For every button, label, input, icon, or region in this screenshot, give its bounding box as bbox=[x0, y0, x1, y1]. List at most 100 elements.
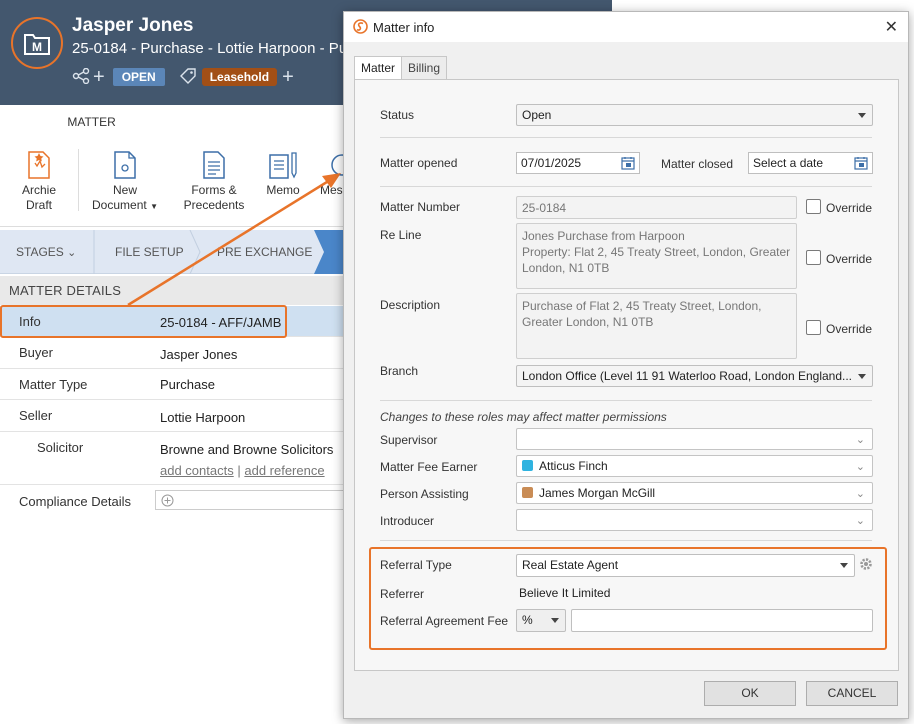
referral-fee-unit-value: % bbox=[522, 613, 533, 627]
roles-note: Changes to these roles may affect matter… bbox=[380, 410, 667, 424]
referral-type-label: Referral Type bbox=[380, 558, 452, 572]
tab-emails[interactable]: EMAILS bbox=[200, 105, 272, 139]
person-assisting-label: Person Assisting bbox=[380, 487, 469, 501]
referral-type-value: Real Estate Agent bbox=[522, 558, 619, 572]
solicitor-links: add contacts | add reference bbox=[160, 463, 325, 478]
status-label: Status bbox=[380, 108, 415, 122]
stage-file-setup[interactable]: FILE SETUP bbox=[115, 230, 184, 274]
add-tag-icon[interactable]: + bbox=[282, 66, 294, 89]
matter-opened-value: 07/01/2025 bbox=[521, 156, 582, 170]
memo-icon bbox=[262, 147, 304, 179]
re-line-field[interactable]: Jones Purchase from Harpoon Property: Fl… bbox=[516, 223, 797, 289]
add-compliance-icon[interactable] bbox=[161, 494, 174, 507]
dialog-title: Matter info bbox=[373, 20, 435, 35]
matter-closed-placeholder: Select a date bbox=[753, 156, 824, 170]
archie-draft-button[interactable]: Archie Draft bbox=[14, 147, 64, 213]
buyer-value[interactable]: Jasper Jones bbox=[160, 347, 237, 362]
re-line-override-checkbox[interactable] bbox=[806, 250, 821, 265]
override-label: Override bbox=[826, 201, 873, 215]
tab-billing[interactable]: Billing bbox=[401, 56, 448, 80]
supervisor-label: Supervisor bbox=[380, 433, 438, 447]
dialog-tabs: Matter Billing bbox=[354, 56, 448, 81]
tab-matter-info[interactable]: Matter bbox=[354, 56, 403, 81]
introducer-label: Introducer bbox=[380, 514, 435, 528]
matter-type-value[interactable]: Purchase bbox=[160, 377, 215, 392]
close-icon[interactable]: ✕ bbox=[885, 17, 898, 37]
referral-fee-input[interactable] bbox=[571, 609, 873, 632]
dropdown-arrow-icon bbox=[858, 113, 866, 118]
introducer-select[interactable]: ⌄ bbox=[516, 509, 873, 531]
add-contacts-link[interactable]: add contacts bbox=[160, 463, 234, 478]
divider bbox=[380, 186, 872, 187]
gear-icon[interactable] bbox=[859, 557, 873, 574]
forms-precedents-button[interactable]: Forms & Precedents bbox=[182, 147, 246, 213]
matter-type-label: Matter Type bbox=[19, 377, 88, 392]
archie-draft-label-1: Archie bbox=[21, 183, 56, 197]
tag-badge-leasehold[interactable]: Leasehold bbox=[201, 68, 278, 86]
matter-opened-field[interactable]: 07/01/2025 bbox=[516, 152, 640, 174]
fee-earner-select[interactable]: Atticus Finch ⌄ bbox=[516, 455, 873, 477]
chevron-down-icon: ⌄ bbox=[855, 434, 865, 446]
add-workflow-icon[interactable]: + bbox=[93, 66, 105, 89]
forms-label-2: Precedents bbox=[183, 198, 245, 212]
forms-label-1: Forms & bbox=[191, 183, 237, 197]
stages-dropdown[interactable]: STAGES ⌄ bbox=[16, 230, 76, 274]
dropdown-arrow-icon bbox=[840, 563, 848, 568]
stage-pre-exchange[interactable]: PRE EXCHANGE bbox=[217, 230, 312, 274]
tab-intake[interactable]: INTAKE bbox=[130, 105, 200, 139]
new-document-button[interactable]: New Document ▼ bbox=[90, 147, 160, 214]
description-field[interactable]: Purchase of Flat 2, 45 Treaty Street, Lo… bbox=[516, 293, 797, 359]
referrer-field[interactable]: Believe It Limited bbox=[516, 582, 873, 604]
client-name: Jasper Jones bbox=[72, 15, 194, 36]
referrer-label: Referrer bbox=[380, 587, 425, 601]
compliance-field[interactable] bbox=[155, 490, 355, 510]
matter-tab-panel: Status Open Matter opened 07/01/2025 Mat… bbox=[354, 79, 899, 671]
description-override-checkbox[interactable] bbox=[806, 320, 821, 335]
dialog-titlebar: Matter info ✕ bbox=[344, 12, 908, 42]
branch-select[interactable]: London Office (Level 11 91 Waterloo Road… bbox=[516, 365, 873, 387]
person-assisting-select[interactable]: James Morgan McGill ⌄ bbox=[516, 482, 873, 504]
referrer-value: Believe It Limited bbox=[519, 586, 611, 600]
matter-opened-label: Matter opened bbox=[380, 156, 458, 170]
memo-button[interactable]: Memo bbox=[262, 147, 304, 198]
ribbon-divider bbox=[78, 149, 79, 211]
matter-title: 25-0184 - Purchase - Lottie Harpoon - Pu bbox=[72, 40, 348, 57]
status-select[interactable]: Open bbox=[516, 104, 873, 126]
seller-value[interactable]: Lottie Harpoon bbox=[160, 410, 245, 425]
info-value[interactable]: 25-0184 - AFF/JAMB bbox=[160, 315, 281, 330]
tab-memos[interactable]: MEMOS bbox=[272, 105, 345, 139]
tab-matter[interactable]: MATTER bbox=[53, 105, 130, 139]
matter-closed-label: Matter closed bbox=[661, 157, 734, 171]
ok-button[interactable]: OK bbox=[704, 681, 796, 706]
matter-number-override-checkbox[interactable] bbox=[806, 199, 821, 214]
tab-file[interactable]: FILE bbox=[0, 105, 53, 139]
matter-number-field[interactable]: 25-0184 bbox=[516, 196, 797, 219]
branch-label: Branch bbox=[380, 364, 419, 378]
cancel-button[interactable]: CANCEL bbox=[806, 681, 898, 706]
override-label: Override bbox=[826, 322, 873, 336]
referral-type-select[interactable]: Real Estate Agent bbox=[516, 554, 855, 577]
matter-avatar-icon: M bbox=[11, 17, 63, 69]
new-document-label-2: Document ▼ bbox=[92, 198, 158, 212]
matter-closed-field[interactable]: Select a date bbox=[748, 152, 873, 174]
supervisor-select[interactable]: ⌄ bbox=[516, 428, 873, 450]
workflow-icon[interactable] bbox=[72, 67, 90, 87]
referral-fee-unit-select[interactable]: % bbox=[516, 609, 566, 632]
calendar-icon[interactable] bbox=[854, 156, 868, 176]
chevron-down-icon: ⌄ bbox=[855, 488, 865, 500]
link-separator: | bbox=[237, 463, 241, 478]
calendar-icon[interactable] bbox=[621, 156, 635, 176]
referral-fee-label: Referral Agreement Fee bbox=[380, 614, 509, 628]
status-badge[interactable]: OPEN bbox=[112, 68, 165, 86]
solicitor-value[interactable]: Browne and Browne Solicitors bbox=[160, 442, 333, 457]
fee-earner-label: Matter Fee Earner bbox=[380, 460, 478, 474]
add-reference-link[interactable]: add reference bbox=[244, 463, 324, 478]
divider bbox=[380, 540, 872, 541]
status-value: Open bbox=[522, 108, 552, 122]
re-line-label: Re Line bbox=[380, 228, 422, 242]
fee-earner-value: Atticus Finch bbox=[539, 459, 608, 473]
buyer-label: Buyer bbox=[19, 345, 53, 360]
new-document-icon bbox=[90, 147, 160, 179]
archie-draft-icon bbox=[14, 147, 64, 179]
forms-precedents-icon bbox=[182, 147, 246, 179]
